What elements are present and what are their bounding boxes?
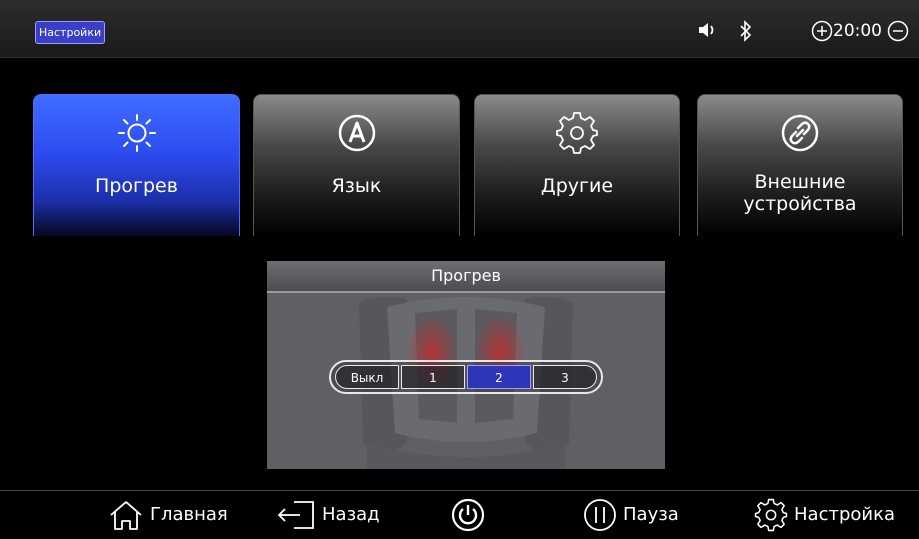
tab-other[interactable]: Другие bbox=[474, 94, 680, 236]
settings-button[interactable]: Настройка bbox=[754, 498, 895, 532]
gear-icon bbox=[556, 112, 598, 154]
heating-panel: Прогрев Выкл 1 2 3 bbox=[267, 261, 665, 469]
tab-label-line2: устройства bbox=[743, 193, 857, 215]
link-icon bbox=[781, 114, 819, 152]
settings-label: Настройка bbox=[794, 504, 895, 525]
heating-option-off[interactable]: Выкл bbox=[335, 365, 399, 389]
heating-option-2[interactable]: 2 bbox=[467, 365, 531, 389]
home-label: Главная bbox=[150, 504, 228, 525]
heating-option-3[interactable]: 3 bbox=[533, 365, 597, 389]
back-label: Назад bbox=[322, 504, 380, 525]
pause-icon bbox=[584, 499, 616, 531]
tab-external-devices[interactable]: Внешние устройства bbox=[697, 94, 903, 236]
power-icon bbox=[451, 498, 485, 532]
power-button[interactable] bbox=[451, 498, 485, 532]
pause-button[interactable]: Пауза bbox=[583, 499, 679, 531]
clock: 20:00 bbox=[833, 21, 882, 41]
tab-label: Другие bbox=[540, 175, 614, 197]
heating-option-1[interactable]: 1 bbox=[401, 365, 465, 389]
tab-language[interactable]: Язык bbox=[253, 94, 460, 236]
tab-heating[interactable]: Прогрев bbox=[33, 94, 240, 236]
tab-label-line1: Внешние bbox=[754, 171, 846, 193]
back-button[interactable]: Назад bbox=[276, 499, 380, 531]
back-icon bbox=[277, 501, 314, 529]
gear-icon bbox=[754, 498, 788, 532]
language-a-icon bbox=[338, 114, 375, 152]
screen-title: Настройки bbox=[35, 21, 106, 44]
heating-level-selector: Выкл 1 2 3 bbox=[329, 360, 603, 394]
home-icon bbox=[110, 501, 142, 530]
sun-icon bbox=[117, 114, 156, 152]
tab-label: Внешние устройства bbox=[698, 171, 902, 215]
bluetooth-icon bbox=[740, 20, 752, 42]
volume-up-icon[interactable] bbox=[887, 20, 909, 42]
tab-label: Язык bbox=[331, 175, 382, 197]
panel-title: Прогрев bbox=[267, 261, 665, 293]
home-button[interactable]: Главная bbox=[108, 499, 228, 531]
pause-label: Пауза bbox=[623, 504, 679, 525]
status-bar: Настройки 20:00 bbox=[0, 0, 919, 58]
volume-icon[interactable] bbox=[697, 20, 719, 40]
bottom-navigation: Главная Назад Пауза Настройка bbox=[0, 490, 919, 539]
tab-label: Прогрев bbox=[95, 175, 178, 197]
volume-down-icon[interactable] bbox=[811, 20, 833, 42]
